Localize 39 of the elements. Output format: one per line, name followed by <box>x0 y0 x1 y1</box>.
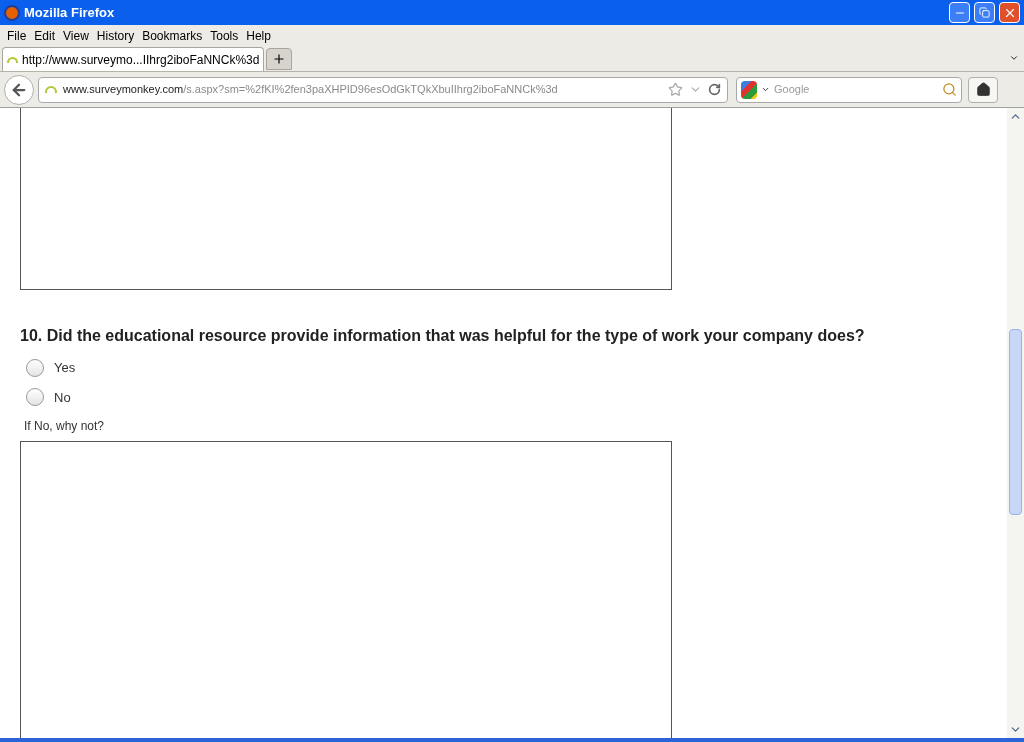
new-tab-button[interactable] <box>266 48 293 70</box>
menu-item[interactable]: Tools <box>207 26 242 45</box>
menu-item[interactable]: View <box>60 26 92 45</box>
bookmark-star-icon[interactable] <box>668 82 683 97</box>
search-engine-icon[interactable] <box>741 80 757 99</box>
home-button[interactable] <box>968 76 998 103</box>
search-bar[interactable]: Google <box>736 76 962 103</box>
search-icon[interactable] <box>942 82 957 97</box>
menu-item[interactable]: Bookmarks <box>139 26 206 45</box>
url-text: www.surveymonkey.com/s.aspx?sm=%2fKI%2fen3paXHPID96esOdGkTQkXbuIIhrg2iboFaNNCk%3d <box>63 82 559 98</box>
menu-item[interactable]: History <box>93 26 138 45</box>
option-label: Yes <box>54 359 76 377</box>
loading-icon <box>7 56 18 63</box>
menu-item[interactable]: Help <box>243 26 274 45</box>
reload-icon[interactable] <box>708 83 721 96</box>
menu-item[interactable]: File <box>4 26 30 45</box>
search-field[interactable]: Google <box>774 81 938 98</box>
plus-icon <box>272 52 287 66</box>
tab-list-icon[interactable] <box>1009 53 1019 63</box>
minimize-button[interactable] <box>949 2 970 23</box>
comment-label: If No, why not? <box>24 418 106 435</box>
scrollbar[interactable] <box>1007 108 1024 738</box>
loading-icon <box>45 86 57 93</box>
radio-button[interactable] <box>26 388 44 407</box>
question-title: 10. Did the educational resource provide information that was helpful for the type of work your company does? <box>20 326 866 346</box>
back-button[interactable] <box>4 74 34 105</box>
option-label: No <box>54 388 71 407</box>
window-title: Mozilla Firefox <box>24 3 116 22</box>
address-bar[interactable]: www.surveymonkey.com/s.aspx?sm=%2fKI%2fen3paXHPID96esOdGkTQkXbuIIhrg2iboFaNNCk%3d <box>38 76 728 103</box>
menu-item[interactable]: Edit <box>31 26 59 45</box>
restore-button[interactable] <box>974 2 995 23</box>
close-button[interactable] <box>999 2 1020 23</box>
caret-icon[interactable] <box>761 85 770 94</box>
radio-button[interactable] <box>26 358 44 377</box>
browser-tab[interactable]: http://www.surveymo...IIhrg2iboFaNNCk%3d <box>2 47 265 71</box>
scrollbar-thumb[interactable] <box>1009 329 1022 515</box>
browser-logo-icon <box>4 4 20 21</box>
home-icon <box>975 82 991 97</box>
restore-icon <box>979 7 990 18</box>
